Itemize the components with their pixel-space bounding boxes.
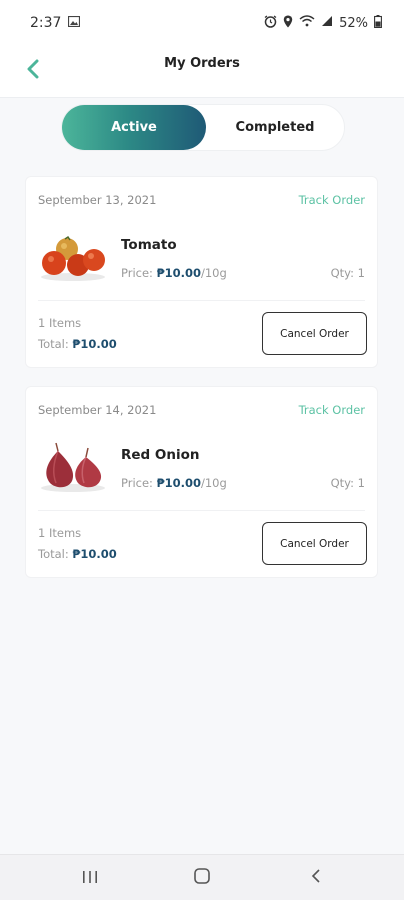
recent-apps-button[interactable] <box>60 855 120 900</box>
tab-active[interactable]: Active <box>62 105 206 150</box>
track-order-link[interactable]: Track Order <box>299 193 365 207</box>
total-line: Total: ₱10.00 <box>38 337 117 351</box>
tomato-image <box>38 229 108 285</box>
divider <box>38 510 365 511</box>
price-line: Price: ₱10.00/10g <box>121 266 227 280</box>
order-card: September 13, 2021 Track Order Tomato Pr… <box>25 176 378 368</box>
cancel-order-button[interactable]: Cancel Order <box>262 312 367 355</box>
tab-completed[interactable]: Completed <box>206 105 344 150</box>
status-right: 52% <box>264 14 382 32</box>
items-count: 1 Items <box>38 526 82 540</box>
product-name: Tomato <box>121 237 177 253</box>
status-left: 2:37 <box>30 15 81 31</box>
app-bar: My Orders <box>0 46 404 98</box>
total-line: Total: ₱10.00 <box>38 547 117 561</box>
battery-icon <box>374 14 382 32</box>
price-amount: ₱10.00 <box>156 266 201 280</box>
total-amount: ₱10.00 <box>72 547 117 561</box>
system-back-button[interactable] <box>286 855 346 900</box>
quantity: Qty: 1 <box>330 476 365 490</box>
alarm-icon <box>264 14 277 32</box>
chevron-left-icon <box>310 868 322 888</box>
items-count: 1 Items <box>38 316 82 330</box>
system-nav-bar <box>0 854 404 900</box>
red-onion-image <box>38 439 108 495</box>
total-label: Total: <box>38 547 69 561</box>
price-line: Price: ₱10.00/10g <box>121 476 227 490</box>
total-amount: ₱10.00 <box>72 337 117 351</box>
total-label: Total: <box>38 337 69 351</box>
order-date: September 14, 2021 <box>38 403 157 417</box>
product-name: Red Onion <box>121 447 200 463</box>
order-tabs: Active Completed <box>61 104 345 151</box>
image-icon <box>68 15 81 31</box>
order-date: September 13, 2021 <box>38 193 157 207</box>
quantity: Qty: 1 <box>330 266 365 280</box>
price-label: Price: <box>121 476 153 490</box>
status-bar: 2:37 52% <box>0 0 404 46</box>
order-card: September 14, 2021 Track Order Red Onion… <box>25 386 378 578</box>
price-label: Price: <box>121 266 153 280</box>
page-title: My Orders <box>164 56 240 71</box>
battery-percent: 52% <box>339 15 368 31</box>
location-icon <box>283 15 293 32</box>
signal-icon <box>321 15 333 31</box>
recent-apps-icon <box>82 869 98 888</box>
status-time: 2:37 <box>30 15 62 31</box>
price-amount: ₱10.00 <box>156 476 201 490</box>
track-order-link[interactable]: Track Order <box>299 403 365 417</box>
wifi-icon <box>299 15 315 31</box>
price-unit: /10g <box>200 266 227 280</box>
home-icon <box>193 867 211 889</box>
price-unit: /10g <box>200 476 227 490</box>
home-button[interactable] <box>172 855 232 900</box>
cancel-order-button[interactable]: Cancel Order <box>262 522 367 565</box>
divider <box>38 300 365 301</box>
